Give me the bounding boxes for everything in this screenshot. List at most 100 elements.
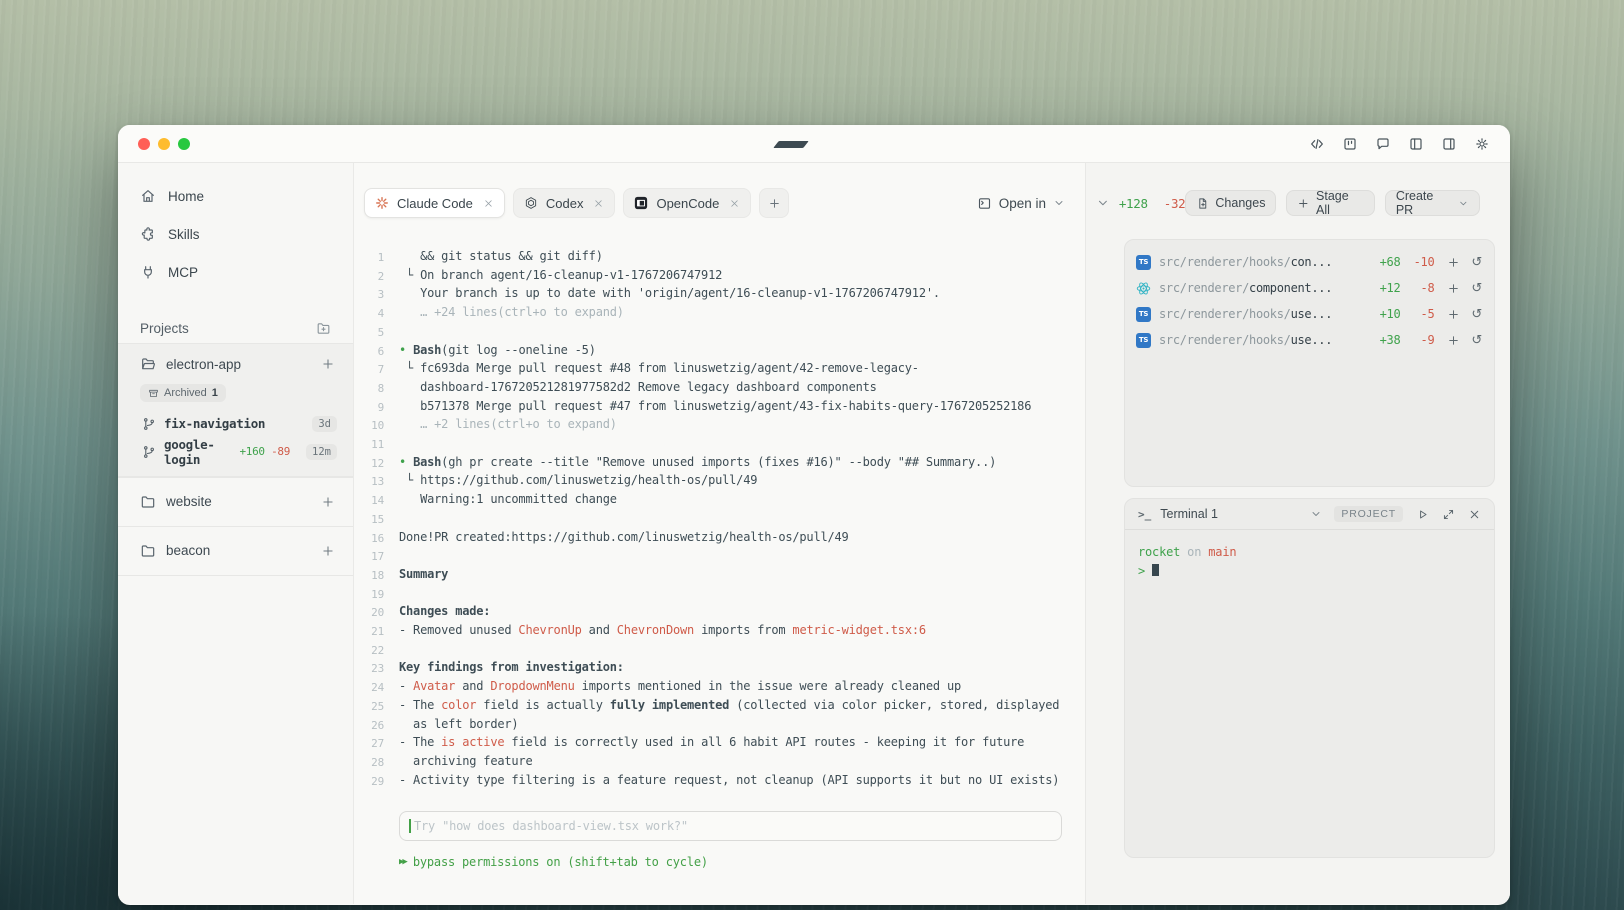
plus-icon [1297,197,1310,210]
permissions-status[interactable]: ▶▶ bypass permissions on (shift+tab to c… [399,855,1062,869]
create-pr-button[interactable]: Create PR [1385,190,1480,216]
sidebar-item-home[interactable]: Home [118,177,353,215]
desktop-background: Home Skills MCP Projects [0,0,1624,910]
claude-icon [375,196,389,210]
close-tab-icon[interactable] [483,198,494,209]
expand-icon[interactable] [1442,508,1455,521]
text-caret [409,819,411,833]
codex-icon [524,196,538,210]
tab-codex[interactable]: Codex [513,188,616,218]
changes-button[interactable]: Changes [1185,190,1276,216]
panel-right-icon[interactable] [1441,136,1457,152]
line-number: 6 [362,342,384,361]
close-window-button[interactable] [138,138,150,150]
discard-file-undo-icon[interactable]: ↺ [1471,256,1482,269]
changed-file-row[interactable]: TSsrc/renderer/hooks/con...+68-10↺ [1136,249,1482,275]
line-text: Key findings from investigation: [399,659,624,678]
stage-all-button[interactable]: Stage All [1286,190,1374,216]
project-name: beacon [166,543,210,558]
branch-diff-stats: +160 -89 [239,445,290,458]
code-icon[interactable] [1309,136,1325,152]
shell-prompt-line: > [1138,562,1481,581]
terminal-line: 27- The is active field is correctly use… [362,734,1085,753]
chat-icon[interactable] [1375,136,1391,152]
terminal-select-chevron-icon[interactable] [1310,508,1322,520]
line-text: && git status && git diff) [399,248,603,267]
terminal-panel-body[interactable]: rocket on main > [1125,530,1494,593]
line-number: 27 [362,734,384,753]
terminal-scope-badge: PROJECT [1334,506,1403,522]
changed-file-row[interactable]: src/renderer/component...+12-8↺ [1136,275,1482,301]
new-session-plus-icon[interactable] [321,357,335,371]
open-in-dropdown[interactable]: Open in [977,196,1065,211]
new-session-plus-icon[interactable] [321,544,335,558]
changed-file-row[interactable]: TSsrc/renderer/hooks/use...+10-5↺ [1136,301,1482,327]
sidebar-item-label: Skills [168,227,200,242]
line-text: • Bash(gh pr create --title "Remove unus… [399,454,996,473]
typescript-file-icon: TS [1136,333,1151,348]
fast-forward-icon: ▶▶ [399,857,406,868]
line-text: archiving feature [399,753,532,772]
discard-file-undo-icon[interactable]: ↺ [1471,334,1482,347]
new-project-folder-icon[interactable] [316,321,331,336]
terminal-panel: >_ Terminal 1 PROJECT rocket on main > [1124,498,1495,858]
line-number: 14 [362,491,384,510]
stage-file-plus-icon[interactable] [1447,308,1460,321]
line-text: • Bash(git log --oneline -5) [399,342,596,361]
run-icon[interactable] [1416,508,1429,521]
tab-opencode[interactable]: OpenCode [623,188,751,218]
sidebar-nav: Home Skills MCP [118,163,353,295]
collapse-panel-chevron-icon[interactable] [1096,196,1110,210]
mcp-plug-icon [140,264,156,280]
project-group-electron-app: electron-app Archived 1 fix-navigation [118,343,353,477]
close-tab-icon[interactable] [729,198,740,209]
new-session-plus-icon[interactable] [321,495,335,509]
archived-count: 1 [212,387,218,399]
react-file-icon [1136,281,1151,296]
chevron-down-icon [1458,198,1469,209]
terminal-title: Terminal 1 [1160,507,1218,521]
changes-header: +128 -32 Changes Stage All Create PR [1096,189,1480,217]
branch-row-fix-navigation[interactable]: fix-navigation 3d [118,410,353,438]
minimize-window-button[interactable] [158,138,170,150]
line-number: 12 [362,454,384,473]
project-row-website[interactable]: website [118,478,353,526]
changes-actions: Changes Stage All Create PR [1185,190,1480,216]
stage-file-plus-icon[interactable] [1447,256,1460,269]
discard-file-undo-icon[interactable]: ↺ [1471,282,1482,295]
new-tab-button[interactable] [759,188,789,218]
tab-claude-code[interactable]: Claude Code [364,188,505,218]
line-number: 23 [362,659,384,678]
terminal-line: 13 └ https://github.com/linuswetzig/heal… [362,472,1085,491]
opencode-icon [634,196,648,210]
archived-row[interactable]: Archived 1 [118,384,353,410]
changed-file-row[interactable]: TSsrc/renderer/hooks/use...+38-9↺ [1136,327,1482,353]
branch-row-google-login[interactable]: google-login +160 -89 12m [118,438,353,466]
open-in-terminal-icon [977,196,992,211]
discard-file-undo-icon[interactable]: ↺ [1471,308,1482,321]
kanban-icon[interactable] [1342,136,1358,152]
line-number: 18 [362,566,384,585]
zoom-window-button[interactable] [178,138,190,150]
gear-icon[interactable] [1474,136,1490,152]
file-dir: src/renderer/hooks/ [1159,307,1291,321]
sidebar-item-skills[interactable]: Skills [118,215,353,253]
close-tab-icon[interactable] [593,198,604,209]
line-text [399,585,406,604]
sidebar-item-mcp[interactable]: MCP [118,253,353,291]
terminal-panel-header: >_ Terminal 1 PROJECT [1125,499,1494,530]
stage-file-plus-icon[interactable] [1447,282,1460,295]
plus-icon [768,197,781,210]
terminal-line: 3 Your branch is up to date with 'origin… [362,285,1085,304]
panel-left-icon[interactable] [1408,136,1424,152]
line-number: 28 [362,753,384,772]
project-row-beacon[interactable]: beacon [118,527,353,575]
line-number: 16 [362,529,384,548]
project-row-electron-app[interactable]: electron-app [118,344,353,384]
total-deletions: -32 [1164,196,1186,211]
file-deletions: -8 [1400,281,1434,295]
stage-file-plus-icon[interactable] [1447,334,1460,347]
close-terminal-icon[interactable] [1468,508,1481,521]
file-additions: +68 [1380,255,1401,269]
prompt-input[interactable]: Try "how does dashboard-view.tsx work?" [399,811,1062,841]
